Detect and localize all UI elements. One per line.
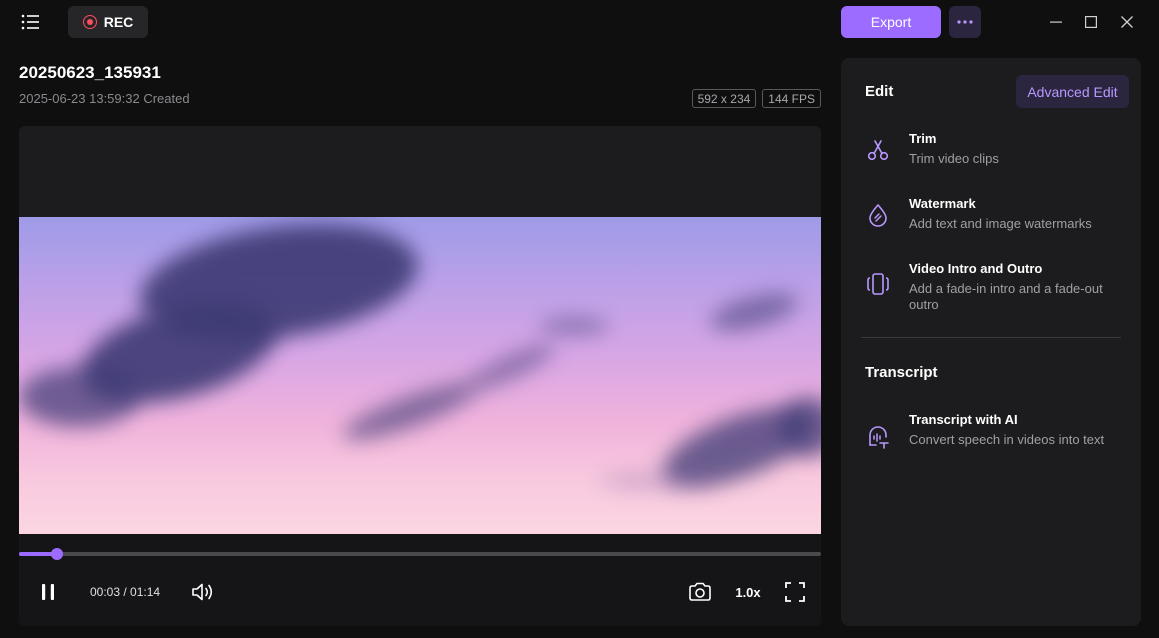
pause-button[interactable] — [36, 580, 60, 604]
seek-bar[interactable] — [19, 548, 821, 560]
menu-list-icon[interactable] — [18, 10, 42, 34]
more-dots-icon — [957, 20, 973, 24]
tool-watermark[interactable]: Watermark Add text and image watermarks — [857, 196, 1127, 246]
title-bar: REC Export — [0, 0, 1159, 46]
tool-desc: Convert speech in videos into text — [909, 432, 1105, 447]
player-controls: 00:03 / 01:14 1.0x — [19, 534, 821, 626]
video-info-badges: 592 x 234 144 FPS — [691, 89, 821, 108]
camera-icon — [689, 582, 711, 601]
watermark-drop-icon — [865, 202, 891, 228]
seek-handle[interactable] — [51, 548, 63, 560]
tool-desc: Add a fade-in intro and a fade-out outro — [909, 281, 1103, 312]
tool-name: Video Intro and Outro — [909, 261, 1043, 276]
transcript-section-title: Transcript — [865, 364, 938, 381]
scissors-icon — [865, 137, 891, 163]
tool-name: Watermark — [909, 196, 976, 211]
close-button[interactable] — [1117, 12, 1137, 32]
tool-name: Trim — [909, 131, 937, 146]
advanced-edit-button[interactable]: Advanced Edit — [1016, 75, 1129, 108]
video-player: 00:03 / 01:14 1.0x — [19, 126, 821, 626]
edit-side-panel: Edit Advanced Edit Trim Trim video clips… — [841, 58, 1141, 626]
video-frame[interactable] — [19, 217, 821, 534]
record-icon — [82, 15, 97, 29]
minimize-icon — [1050, 21, 1062, 23]
file-created-date: 2025-06-23 13:59:32 Created — [19, 91, 190, 106]
tool-desc: Add text and image watermarks — [909, 216, 1092, 231]
section-divider — [861, 337, 1121, 338]
volume-button[interactable] — [190, 580, 216, 604]
tool-intro-outro[interactable]: Video Intro and Outro Add a fade-in intr… — [857, 261, 1127, 317]
intro-outro-icon — [865, 271, 891, 297]
maximize-button[interactable] — [1081, 12, 1101, 32]
fullscreen-icon — [785, 582, 805, 602]
fps-badge: 144 FPS — [762, 89, 821, 108]
more-options-button[interactable] — [949, 6, 981, 38]
export-button[interactable]: Export — [841, 6, 941, 38]
rec-button[interactable]: REC — [68, 6, 148, 38]
volume-icon — [192, 583, 213, 601]
tool-desc: Trim video clips — [909, 151, 999, 166]
rec-label: REC — [103, 14, 134, 30]
maximize-icon — [1085, 16, 1097, 28]
screenshot-button[interactable] — [687, 580, 713, 604]
file-title: 20250623_135931 — [19, 63, 161, 82]
resolution-badge: 592 x 234 — [691, 89, 757, 108]
pause-icon — [42, 584, 54, 600]
tool-transcript-ai[interactable]: Transcript with AI Convert speech in vid… — [857, 412, 1127, 468]
playback-speed-button[interactable]: 1.0x — [733, 582, 763, 602]
tool-trim[interactable]: Trim Trim video clips — [857, 131, 1127, 181]
close-icon — [1121, 16, 1133, 28]
edit-section-title: Edit — [865, 83, 894, 100]
minimize-button[interactable] — [1046, 12, 1066, 32]
ai-transcript-icon — [865, 424, 891, 450]
fullscreen-button[interactable] — [783, 580, 807, 604]
tool-name: Transcript with AI — [909, 412, 1018, 427]
time-readout: 00:03 / 01:14 — [90, 585, 161, 599]
